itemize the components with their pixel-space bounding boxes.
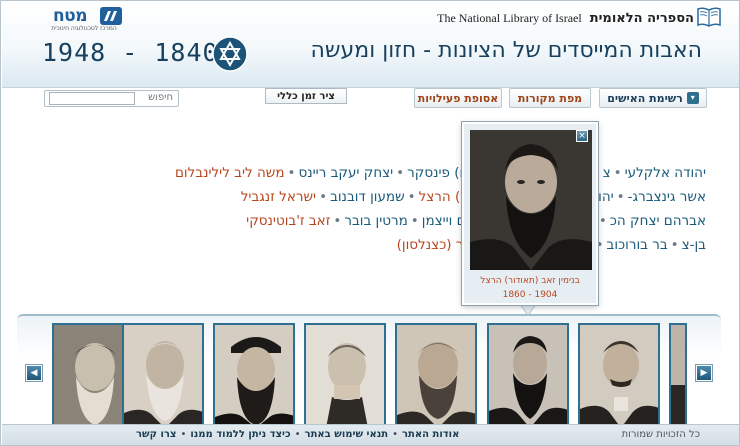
footer-separator: • [180,429,187,440]
portrait-photo [470,130,592,270]
popup-person-dates: 1860 - 1904 [502,290,558,300]
name-separator: • [613,165,622,181]
founder-name-link[interactable]: יהודה אלקלעי [625,165,706,181]
close-icon[interactable]: × [576,130,588,142]
carousel-thumb[interactable] [669,323,687,426]
portrait-carousel: ◀ ▶ [17,314,721,426]
portrait-photo [306,325,384,424]
book-icon [697,7,721,27]
matach-logo-text: מטח [52,6,88,26]
founder-name-link[interactable]: אברהם יצחק הכ [610,213,706,229]
founder-name-link[interactable]: מרטין בובר [344,213,407,229]
tab-people-list-label: רשימת האישים [607,91,683,105]
footer-separator: • [294,429,301,440]
name-separator: • [396,165,405,181]
years-range: 1948 - 1840 [42,38,219,67]
app-frame: מטח המרכז לטכנולוגיה חינוכית The Nationa… [0,0,740,446]
tab-activities[interactable]: אסופת פעילויות [414,88,502,108]
footer-link-howto[interactable]: כיצד ניתן ללמוד ממנו [190,429,290,440]
star-of-david-icon [212,36,248,72]
popup-person-name: בנימין זאב (תאודור) הרצל [480,276,580,286]
carousel-thumb[interactable] [122,323,204,426]
footer-links: אודות האתר•תנאי שימוש באתר•כיצד ניתן ללמ… [136,429,459,440]
founder-name-link[interactable]: אשר גינצברג- [628,189,706,205]
footer-link-terms[interactable]: תנאי שימוש באתר [305,429,389,440]
search-box: חיפוש [44,90,179,107]
founder-name-link[interactable]: שמעון דובנוב [330,189,405,205]
name-separator: • [670,237,679,253]
footer-link-about[interactable]: אודות האתר [402,429,459,440]
footer-link-contact[interactable]: צרו קשר [136,429,176,440]
name-separator: • [287,165,296,181]
tab-source-map-label: מפת מקורות [517,91,583,105]
footer-separator: • [392,429,399,440]
carousel-thumb[interactable] [304,323,386,426]
site-header: מטח המרכז לטכנולוגיה חינוכית The Nationa… [2,2,739,88]
founder-name-link[interactable]: בר בורוכוב [607,237,668,253]
nli-english-name: The National Library of Israel [437,10,582,25]
title-row: 1948 - 1840 האבות המייסדים של הציונות - … [42,36,702,72]
nav-bar: ▾ רשימת האישים מפת מקורות אסופת פעילויות… [2,88,739,112]
founder-name-link[interactable]: משה ליב לילינבלום [175,165,285,181]
portrait-photo [671,325,685,424]
timeline-button-label: ציר זמן כללי [277,90,335,102]
founder-name-link[interactable]: זאב ז'בוטינסקי [246,213,330,229]
name-separator: • [319,189,328,205]
tab-source-map[interactable]: מפת מקורות [509,88,591,108]
person-popup: × בנימין זאב (תאודור) הרצל 1860 - 1904 [462,122,598,305]
name-separator: • [598,213,607,229]
search-label[interactable]: חיפוש [148,92,173,103]
timeline-button[interactable]: ציר זמן כללי [265,88,347,104]
herzl-portrait-image[interactable] [470,130,592,270]
list-icon: ▾ [686,92,699,104]
copyright-text: כל הזכויות שמורות [621,429,700,440]
name-separator: • [410,213,419,229]
carousel-thumb[interactable] [395,323,477,426]
name-separator: • [333,213,342,229]
nli-hebrew-name: הספריה הלאומית [589,10,694,26]
name-line: בן-צ•בר בורוכוב•דוד בן-גוריון•רחל שז"ר (… [51,233,706,257]
matach-logo-subtext: המרכז לטכנולוגיה חינוכית [51,25,117,32]
carousel-thumb[interactable] [578,323,660,426]
name-separator: • [616,189,625,205]
carousel-prev-button[interactable]: ◀ [26,365,42,381]
site-footer: אודות האתר•תנאי שימוש באתר•כיצד ניתן ללמ… [2,424,739,445]
tab-activities-label: אסופת פעילויות [417,91,499,105]
portrait-photo [215,325,293,424]
founder-name-link[interactable]: יצחק יעקב ריינס [298,165,393,181]
name-line: אשר גינצברג-•יהודה•בנימין זאב (תאודור) ה… [51,185,706,209]
name-separator: • [407,189,416,205]
name-line: אברהם יצחק הכ•משה כ"לפון הכהן•חיים וייצמ… [51,209,706,233]
carousel-thumb-herzl[interactable] [487,323,569,426]
name-line: יהודה אלקלעי•צ•ה הס•יהודה ליב (לאו) פינס… [51,161,706,185]
search-input[interactable] [49,92,135,105]
tab-people-list[interactable]: ▾ רשימת האישים [599,88,707,108]
carousel-thumb[interactable] [213,323,295,426]
page-title: האבות המייסדים של הציונות - חזון ומעשה [310,38,702,63]
portrait-photo [489,325,567,424]
portrait-photo [397,325,475,424]
nli-logo[interactable]: The National Library of Israel הספריה הל… [437,8,694,28]
founder-name-link[interactable]: צ [603,165,611,181]
carousel-next-button[interactable]: ▶ [696,365,712,381]
portrait-photo [124,325,202,424]
founder-name-link[interactable]: בן-צ [682,237,706,253]
founder-name-link[interactable]: ישראל זנגביל [241,189,316,205]
founders-name-list: יהודה אלקלעי•צ•ה הס•יהודה ליב (לאו) פינס… [51,161,706,261]
portrait-photo [580,325,658,424]
